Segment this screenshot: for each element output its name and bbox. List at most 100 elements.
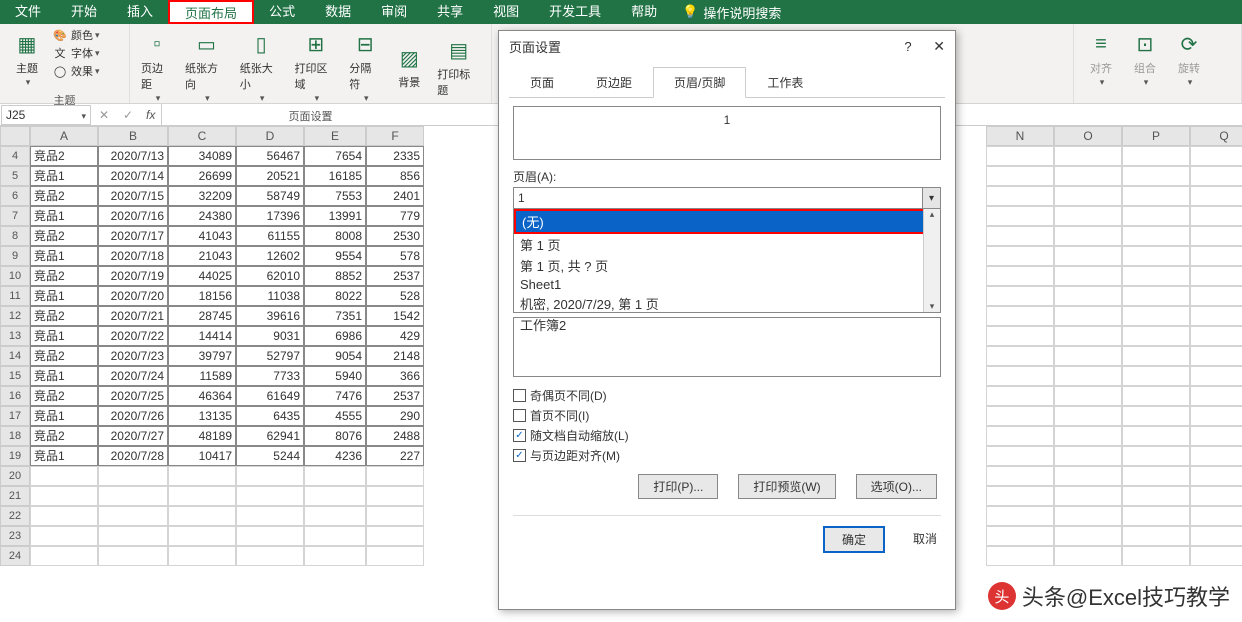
cell[interactable] xyxy=(304,546,366,566)
header-options-list[interactable]: (无) 第 1 页 第 1 页, 共 ? 页 Sheet1 机密, 2020/7… xyxy=(513,209,941,313)
cell[interactable] xyxy=(1190,226,1242,246)
header-combo[interactable]: 1 ▾ xyxy=(513,187,941,209)
cell[interactable] xyxy=(1054,226,1122,246)
cell[interactable]: 竞品1 xyxy=(30,286,98,306)
cell[interactable]: 13135 xyxy=(168,406,236,426)
tab-header-footer[interactable]: 页眉/页脚 xyxy=(653,67,746,98)
cell[interactable] xyxy=(1190,326,1242,346)
tell-me-search[interactable]: 💡 操作说明搜索 xyxy=(682,3,781,22)
cell[interactable] xyxy=(98,466,168,486)
cell[interactable] xyxy=(1122,406,1190,426)
cell[interactable]: 10417 xyxy=(168,446,236,466)
print-preview-button[interactable]: 打印预览(W) xyxy=(738,474,835,499)
cell[interactable] xyxy=(1054,426,1122,446)
cell[interactable] xyxy=(986,466,1054,486)
cell[interactable]: 62010 xyxy=(236,266,304,286)
cell[interactable]: 7733 xyxy=(236,366,304,386)
list-item[interactable]: (无) xyxy=(514,209,940,234)
cell[interactable]: 竞品2 xyxy=(30,226,98,246)
cell[interactable]: 62941 xyxy=(236,426,304,446)
cell[interactable]: 2537 xyxy=(366,386,424,406)
cell[interactable]: 2530 xyxy=(366,226,424,246)
menu-formulas[interactable]: 公式 xyxy=(254,0,310,24)
cell[interactable] xyxy=(1054,266,1122,286)
cell[interactable] xyxy=(1190,306,1242,326)
row-header[interactable]: 7 xyxy=(0,206,30,226)
row-header[interactable]: 12 xyxy=(0,306,30,326)
cell[interactable] xyxy=(366,506,424,526)
scroll-down-icon[interactable]: ▾ xyxy=(930,301,935,312)
cell[interactable]: 39616 xyxy=(236,306,304,326)
cell[interactable] xyxy=(986,186,1054,206)
background-button[interactable]: ▨背景 xyxy=(387,26,431,106)
cell[interactable]: 2020/7/21 xyxy=(98,306,168,326)
cell[interactable] xyxy=(986,146,1054,166)
cell[interactable] xyxy=(1190,206,1242,226)
cell[interactable] xyxy=(1122,546,1190,566)
row-header[interactable]: 9 xyxy=(0,246,30,266)
row-header[interactable]: 6 xyxy=(0,186,30,206)
cell[interactable] xyxy=(304,466,366,486)
cell[interactable]: 14414 xyxy=(168,326,236,346)
cell[interactable]: 2020/7/23 xyxy=(98,346,168,366)
cell[interactable] xyxy=(986,426,1054,446)
cell[interactable] xyxy=(1122,386,1190,406)
cell[interactable] xyxy=(1054,466,1122,486)
cell[interactable]: 2020/7/19 xyxy=(98,266,168,286)
list-item[interactable]: 第 1 页 xyxy=(514,234,940,255)
cell[interactable]: 44025 xyxy=(168,266,236,286)
row-header[interactable]: 18 xyxy=(0,426,30,446)
cell[interactable] xyxy=(168,526,236,546)
cell[interactable] xyxy=(1054,206,1122,226)
cell[interactable]: 26699 xyxy=(168,166,236,186)
cancel-button[interactable]: 取消 xyxy=(913,526,937,553)
cell[interactable] xyxy=(986,406,1054,426)
chk-scale-with-doc[interactable]: ✓随文档自动缩放(L) xyxy=(513,427,941,444)
cell[interactable]: 366 xyxy=(366,366,424,386)
cell[interactable] xyxy=(1054,446,1122,466)
list-item[interactable]: 机密, 2020/7/29, 第 1 页 xyxy=(514,293,940,314)
cell[interactable] xyxy=(986,166,1054,186)
print-area-button[interactable]: ⊞打印区域 xyxy=(289,26,344,106)
cell[interactable] xyxy=(1190,386,1242,406)
cell[interactable]: 16185 xyxy=(304,166,366,186)
cell[interactable] xyxy=(1054,306,1122,326)
menu-developer[interactable]: 开发工具 xyxy=(534,0,616,24)
cell[interactable] xyxy=(986,366,1054,386)
cell[interactable]: 2488 xyxy=(366,426,424,446)
cell[interactable]: 竞品1 xyxy=(30,406,98,426)
col-header[interactable]: F xyxy=(366,126,424,146)
cell[interactable] xyxy=(168,486,236,506)
cell[interactable] xyxy=(986,246,1054,266)
row-header[interactable]: 15 xyxy=(0,366,30,386)
menu-insert[interactable]: 插入 xyxy=(112,0,168,24)
options-button[interactable]: 选项(O)... xyxy=(856,474,937,499)
dialog-help[interactable]: ? xyxy=(904,39,911,54)
cell[interactable]: 528 xyxy=(366,286,424,306)
row-header[interactable]: 14 xyxy=(0,346,30,366)
cell[interactable] xyxy=(1054,166,1122,186)
cell[interactable] xyxy=(986,306,1054,326)
cell[interactable]: 61155 xyxy=(236,226,304,246)
cell[interactable] xyxy=(986,346,1054,366)
col-header[interactable]: A xyxy=(30,126,98,146)
cell[interactable]: 2020/7/14 xyxy=(98,166,168,186)
cell[interactable] xyxy=(1054,346,1122,366)
print-titles-button[interactable]: ▤打印标题 xyxy=(431,26,486,106)
group-button[interactable]: ⊡组合 xyxy=(1123,26,1167,90)
rotate-button[interactable]: ⟳旋转 xyxy=(1167,26,1211,90)
cell[interactable]: 2020/7/18 xyxy=(98,246,168,266)
cell[interactable]: 2020/7/16 xyxy=(98,206,168,226)
cell[interactable] xyxy=(1122,446,1190,466)
row-header[interactable]: 23 xyxy=(0,526,30,546)
list-item[interactable]: Sheet1 xyxy=(514,276,940,293)
cell[interactable]: 2020/7/22 xyxy=(98,326,168,346)
cell[interactable]: 56467 xyxy=(236,146,304,166)
cell[interactable] xyxy=(366,486,424,506)
cell[interactable]: 5940 xyxy=(304,366,366,386)
cell[interactable]: 46364 xyxy=(168,386,236,406)
cell[interactable] xyxy=(1122,226,1190,246)
cell[interactable]: 竞品1 xyxy=(30,166,98,186)
cell[interactable]: 2020/7/17 xyxy=(98,226,168,246)
cell[interactable]: 17396 xyxy=(236,206,304,226)
